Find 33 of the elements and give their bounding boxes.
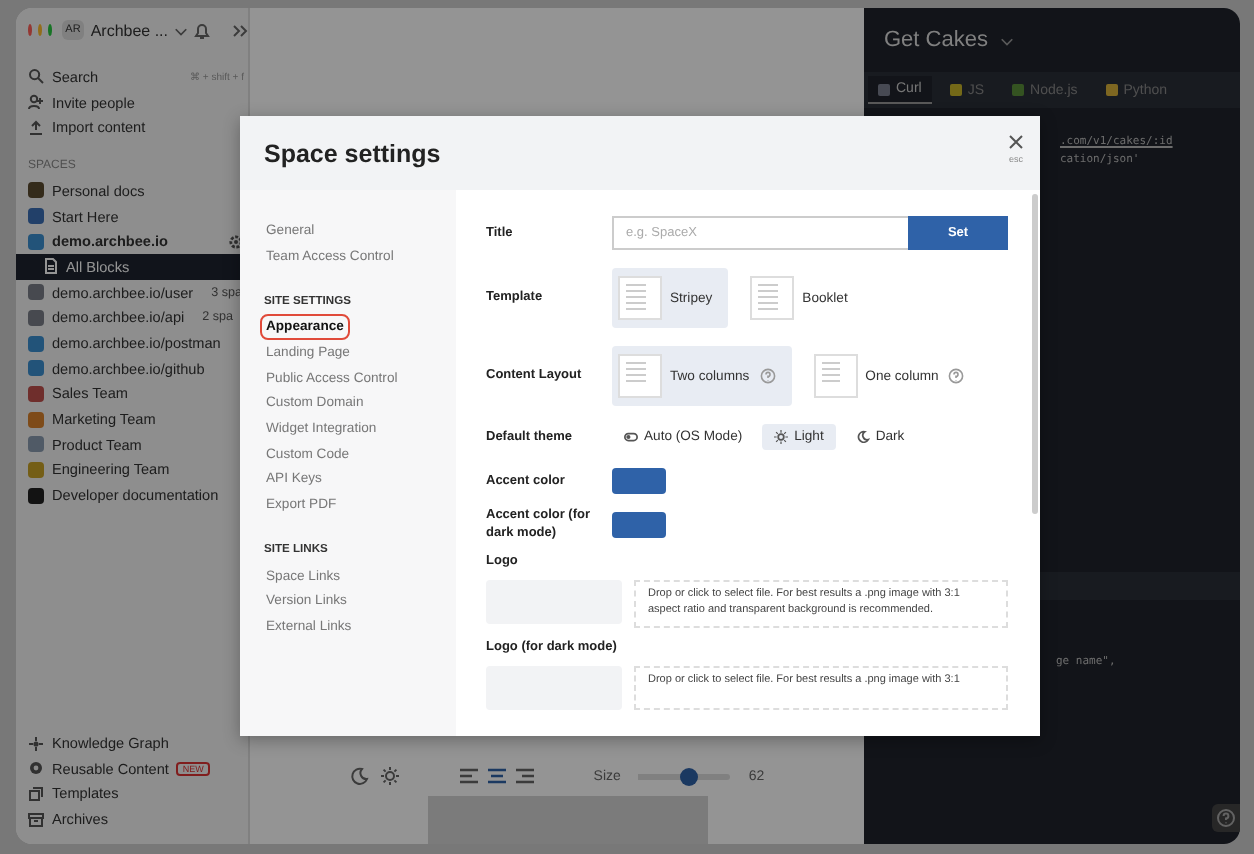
close-icon[interactable] (1008, 134, 1024, 150)
help-icon[interactable] (1212, 804, 1240, 832)
help-icon[interactable] (948, 368, 965, 384)
color-swatch[interactable] (612, 511, 666, 538)
sun-icon (774, 430, 789, 444)
search-icon (28, 68, 44, 85)
template-icon (28, 785, 44, 802)
graph-icon (28, 735, 44, 752)
moon-icon (855, 430, 870, 444)
align-left-icon[interactable] (459, 768, 478, 784)
help-icon[interactable] (759, 368, 776, 384)
align-center-icon[interactable] (487, 768, 506, 784)
person-add-icon (28, 94, 44, 111)
maximize-window-icon[interactable] (47, 24, 52, 36)
upload-icon (28, 119, 44, 136)
toggle-icon (624, 430, 638, 444)
slider-thumb[interactable] (680, 767, 699, 785)
dialog-title: Space settings (264, 139, 441, 167)
chevron-down-icon[interactable] (999, 33, 1014, 47)
archive-icon (28, 811, 44, 828)
bell-icon[interactable] (194, 21, 210, 39)
collapse-sidebar-icon[interactable] (232, 23, 248, 37)
gear-icon[interactable] (228, 233, 244, 250)
chevron-down-icon[interactable] (174, 23, 188, 37)
document-icon (44, 258, 58, 275)
align-right-icon[interactable] (515, 768, 534, 784)
sun-icon[interactable] (379, 766, 400, 786)
workspace-name[interactable]: Archbee ... (90, 21, 168, 39)
scrollbar[interactable] (1032, 194, 1038, 514)
color-swatch[interactable] (612, 468, 666, 494)
request-title[interactable]: Get Cakes (884, 28, 988, 52)
gear-icon (28, 760, 44, 777)
moon-icon[interactable] (349, 766, 370, 786)
